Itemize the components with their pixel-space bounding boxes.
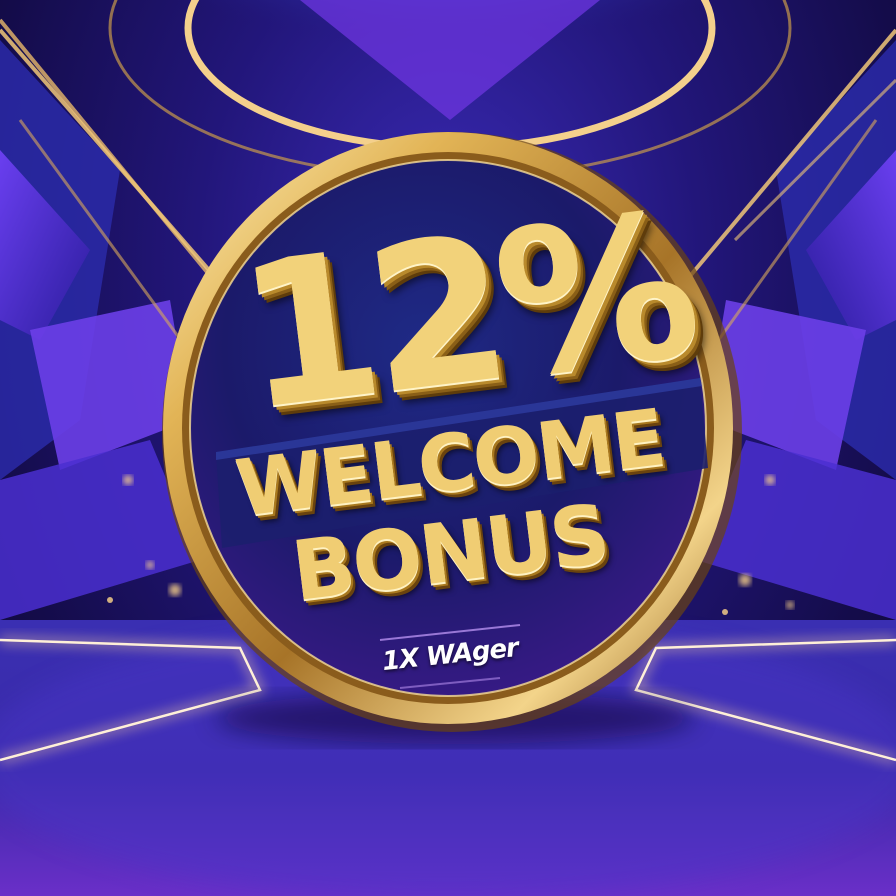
bonus-coin-badge	[162, 132, 742, 732]
welcome-bonus-banner: 12% WELCOME BONUS 1X WAger	[0, 0, 896, 896]
casino-stage-background	[0, 0, 896, 896]
